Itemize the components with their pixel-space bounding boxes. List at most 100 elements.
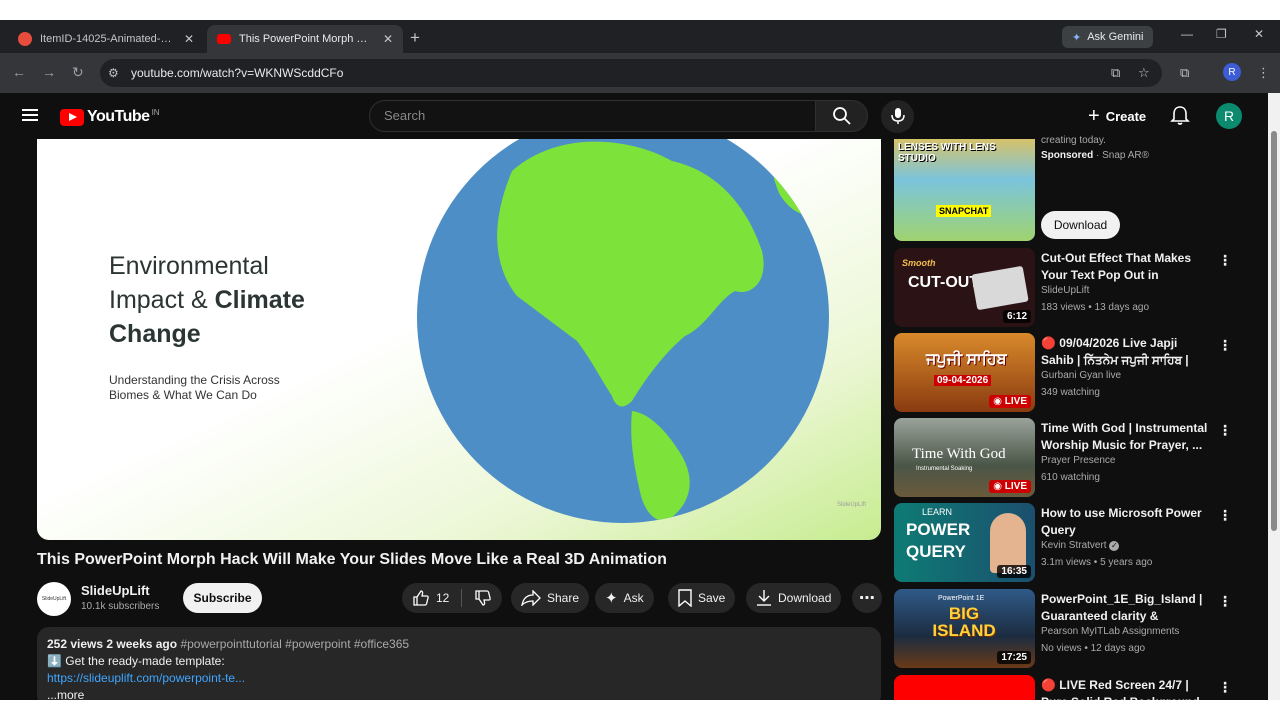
kebab-menu-icon[interactable]: ⋮ [1218, 422, 1232, 439]
recommendation-item[interactable]: Smooth CUT-OUT 6:12 Cut-Out Effect That … [894, 248, 1234, 328]
hamburger-menu-icon[interactable] [22, 109, 38, 121]
new-tab-plus-icon[interactable]: + [410, 28, 420, 48]
channel-name[interactable]: SlideUpLift [81, 583, 150, 598]
live-badge: ◉ LIVE [989, 480, 1031, 493]
ask-gemini-button[interactable]: ✦ Ask Gemini [1062, 26, 1154, 48]
ask-gemini-label: Ask Gemini [1087, 31, 1144, 43]
recommendation-title[interactable]: 🔴 09/04/2026 Live Japji Sahib | ਨਿੱਤਨੇਮ … [1041, 335, 1213, 369]
notifications-bell-icon[interactable] [1168, 104, 1192, 128]
thumbs-up-icon[interactable] [412, 589, 430, 607]
more-actions-icon[interactable]: ⋯ [852, 583, 882, 613]
voice-search-button[interactable] [881, 100, 914, 133]
recommendation-item[interactable]: Time With God Instrumental Soaking ◉ LIV… [894, 418, 1234, 498]
kebab-menu-icon[interactable]: ⋮ [1218, 507, 1232, 524]
minimize-window-icon[interactable]: — [1181, 27, 1193, 41]
browser-tab-2[interactable]: This PowerPoint Morph Hack W ✕ [207, 25, 403, 53]
browser-tab-1[interactable]: ItemID-14025-Animated-Global ✕ [8, 25, 204, 53]
description-link[interactable]: https://slideuplift.com/powerpoint-te... [47, 671, 871, 685]
recommendation-item[interactable]: 🔴 LIVE Red Screen 24/7 | Pure Solid Red … [894, 675, 1234, 700]
search-button[interactable] [815, 100, 868, 132]
youtube-logo[interactable]: YouTube IN [60, 108, 160, 126]
recommendation-channel[interactable]: Kevin Stratvert ✓ [1041, 540, 1120, 551]
video-duration: 16:35 [997, 565, 1031, 578]
create-label: Create [1105, 108, 1147, 124]
slide-subtitle-line-1: Understanding the Crisis Across [109, 373, 280, 387]
kebab-menu-icon[interactable]: ⋮ [1218, 679, 1232, 696]
close-tab-1-icon[interactable]: ✕ [184, 32, 194, 46]
slide-watermark: SlideUpLift [837, 502, 867, 508]
slide-title-line-3: Change [109, 320, 201, 348]
thumbs-down-icon[interactable] [474, 589, 492, 607]
kebab-menu-icon[interactable]: ⋮ [1218, 593, 1232, 610]
kebab-menu-icon[interactable]: ⋮ [1218, 252, 1232, 269]
recommendation-thumbnail[interactable]: Smooth CUT-OUT 6:12 [894, 248, 1035, 327]
tab-2-youtube-favicon-icon [217, 34, 231, 44]
close-tab-2-icon[interactable]: ✕ [383, 32, 393, 46]
reading-mode-icon[interactable]: ⧉ [1180, 65, 1189, 81]
like-divider [461, 589, 463, 607]
page-scrollbar[interactable] [1268, 93, 1280, 700]
recommendation-title[interactable]: PowerPoint_1E_Big_Island | Guaranteed cl… [1041, 591, 1213, 625]
recommendation-channel[interactable]: Gurbani Gyan live [1041, 370, 1121, 381]
thumb-text: CUT-OUT [908, 274, 980, 291]
slide-title-line-2: Impact & [109, 286, 215, 314]
recommendation-channel[interactable]: Prayer Presence [1041, 455, 1115, 466]
kebab-menu-icon[interactable]: ⋮ [1218, 337, 1232, 354]
bookmark-star-icon[interactable]: ☆ [1138, 65, 1150, 81]
save-label: Save [698, 591, 726, 605]
install-app-icon[interactable]: ⧉ [1111, 65, 1120, 81]
recommendation-meta: 349 watching [1041, 387, 1100, 398]
recommendation-thumbnail[interactable] [894, 675, 1035, 700]
scrollbar-thumb[interactable] [1271, 131, 1277, 531]
recommendation-channel[interactable]: SlideUpLift [1041, 285, 1089, 296]
site-info-icon[interactable]: ⚙ [108, 66, 119, 80]
slide-title-line-1: Environmental [109, 252, 269, 280]
subscribe-button[interactable]: Subscribe [183, 583, 262, 613]
youtube-page: YouTube IN + Create [0, 93, 1268, 700]
recommendation-title[interactable]: How to use Microsoft Power Query [1041, 505, 1213, 539]
save-button[interactable]: Save [668, 583, 736, 613]
plus-icon: + [1088, 104, 1100, 127]
recommendation-item[interactable]: ਜਪੁਜੀ ਸਾਹਿਬ 09-04-2026 ◉ LIVE 🔴 09/04/20… [894, 333, 1234, 413]
description-line: ⬇️ Get the ready-made template: [47, 654, 225, 668]
download-button[interactable]: Download [746, 583, 842, 613]
back-arrow-icon[interactable]: ← [12, 64, 26, 80]
show-more-link[interactable]: ...more [47, 688, 871, 700]
thumb-text: ਜਪੁਜੀ ਸਾਹਿਬ [926, 351, 1007, 368]
forward-arrow-icon[interactable]: → [42, 64, 56, 80]
hashtags[interactable]: #powerpointtutorial #powerpoint #office3… [180, 637, 409, 651]
restore-window-icon[interactable]: ❐ [1216, 27, 1227, 41]
recommendation-thumbnail[interactable]: Time With God Instrumental Soaking ◉ LIV… [894, 418, 1035, 497]
slide-subtitle-line-2: Biomes & What We Can Do [109, 388, 257, 402]
ad-download-button[interactable]: Download [1041, 211, 1120, 239]
ad-description: creating today. [1041, 135, 1106, 146]
ad-thumbnail[interactable]: LENSES WITH LENS STUDIO SNAPCHAT [894, 139, 1035, 241]
slide-title-line-2-bold: Climate [214, 286, 305, 314]
recommendation-title[interactable]: Time With God | Instrumental Worship Mus… [1041, 420, 1213, 454]
recommendation-channel[interactable]: Pearson MyITLab Assignments [1041, 626, 1179, 637]
bottom-margin [0, 700, 1268, 720]
account-avatar[interactable]: R [1216, 103, 1242, 129]
channel-avatar[interactable]: SlideUpLift [37, 582, 71, 616]
close-window-icon[interactable]: ✕ [1254, 27, 1264, 41]
video-player[interactable]: Environmental Impact & Climate Change Un… [37, 139, 881, 540]
recommendation-thumbnail[interactable]: ਜਪੁਜੀ ਸਾਹਿਬ 09-04-2026 ◉ LIVE [894, 333, 1035, 412]
browser-menu-icon[interactable]: ⋮ [1257, 65, 1270, 81]
thumb-text: Time With God [912, 446, 1006, 462]
ask-button[interactable]: ✦ Ask [595, 583, 654, 613]
recommendation-title[interactable]: Cut-Out Effect That Makes Your Text Pop … [1041, 250, 1213, 284]
slide-title: Environmental Impact & Climate Change [109, 249, 305, 351]
description-box[interactable]: 252 views 2 weeks ago #powerpointtutoria… [37, 627, 881, 700]
reload-icon[interactable]: ↻ [72, 64, 84, 81]
thumb-subtext: 09-04-2026 [934, 375, 992, 386]
search-input[interactable] [384, 108, 804, 123]
recommendation-thumbnail[interactable]: PowerPoint 1E BIG ISLAND 17:25 [894, 589, 1035, 668]
browser-profile-avatar[interactable]: R [1223, 63, 1241, 81]
recommendation-title[interactable]: 🔴 LIVE Red Screen 24/7 | Pure Solid Red … [1041, 677, 1213, 700]
url-text[interactable]: youtube.com/watch?v=WKNWScddCFo [131, 66, 343, 80]
recommendation-thumbnail[interactable]: LEARN POWER QUERY 16:35 [894, 503, 1035, 582]
share-button[interactable]: Share [511, 583, 590, 613]
create-button[interactable]: + Create [1080, 101, 1154, 131]
recommendation-item[interactable]: LEARN POWER QUERY 16:35 How to use Micro… [894, 503, 1234, 583]
recommendation-item[interactable]: PowerPoint 1E BIG ISLAND 17:25 PowerPoin… [894, 589, 1234, 669]
